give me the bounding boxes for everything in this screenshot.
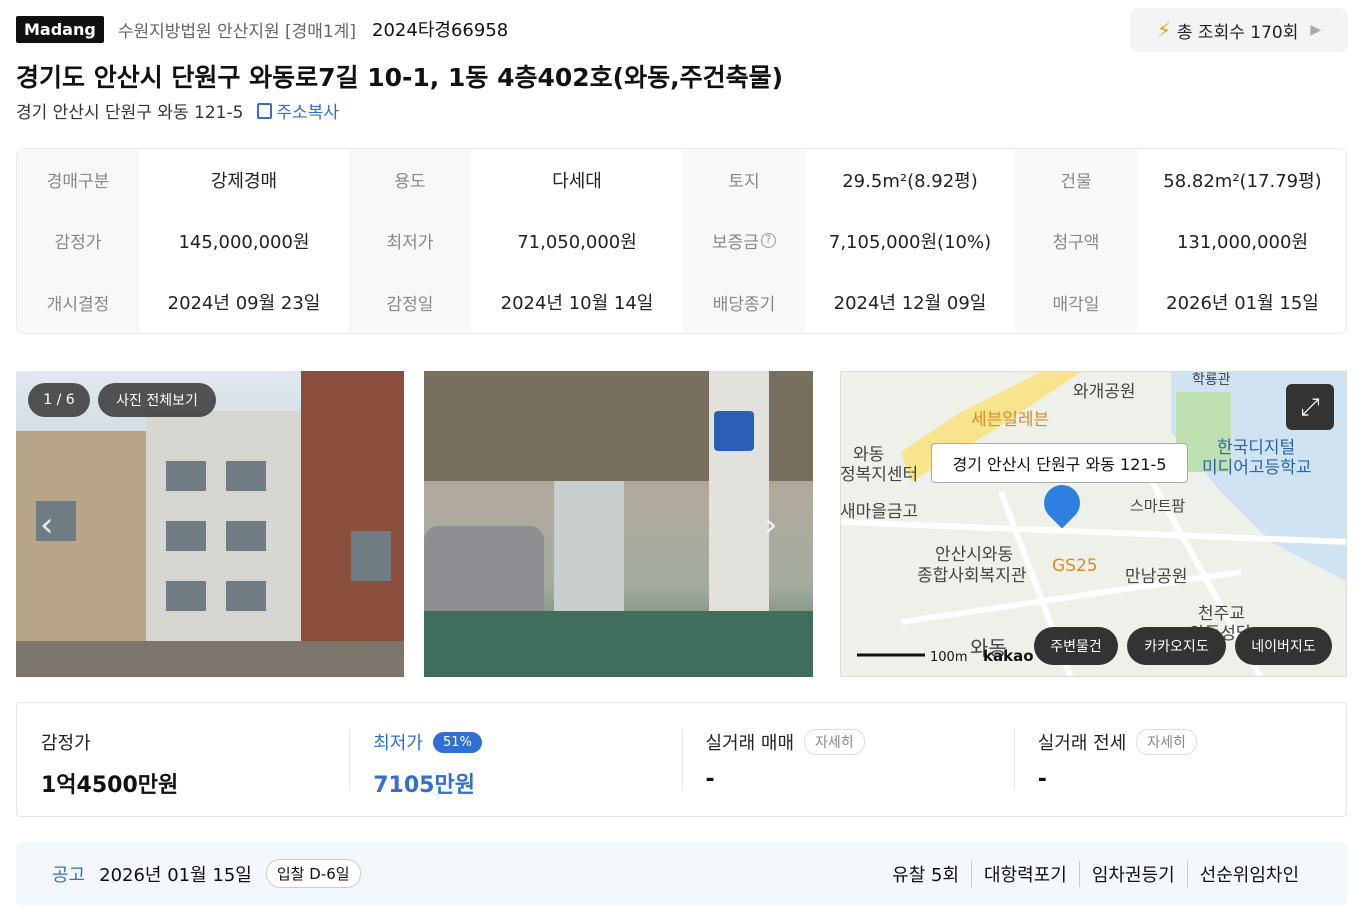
map-label: 새마을금고	[840, 502, 919, 522]
info-value: 2026년 01월 15일	[1137, 271, 1346, 333]
appraisal-value: 1억4500만원	[41, 773, 179, 798]
naver-map-button[interactable]: 네이버지도	[1235, 627, 1332, 665]
copy-icon	[257, 102, 273, 119]
info-key: 최저가	[349, 210, 471, 272]
trade-cell: 실거래 매매 자세히 -	[681, 703, 1014, 816]
min-price-label: 최저가	[373, 733, 423, 754]
appraisal-cell: 감정가 1억4500만원	[17, 703, 349, 816]
bid-dday-tag: 입찰 D-6일	[265, 859, 361, 888]
jeonse-value: -	[1037, 767, 1047, 792]
map-label: 미디어고등학교	[1202, 458, 1312, 478]
min-price-value: 7105만원	[373, 773, 475, 798]
info-key: 매각일	[1015, 271, 1137, 333]
min-price-pct-badge[interactable]: 51%	[432, 731, 482, 753]
header: Madang 수원지방법원 안산지원 [경매1계] 2024타경66958	[16, 14, 508, 44]
map-scale: 100m	[930, 650, 968, 665]
court-name: 수원지방법원 안산지원 [경매1계]	[117, 21, 357, 42]
info-key: 감정일	[349, 271, 471, 333]
view-all-photos-button[interactable]: 사진 전체보기	[98, 383, 216, 417]
deposit-key: 보증금?	[683, 210, 805, 272]
fullscreen-icon[interactable]: ⤢	[1286, 384, 1334, 430]
jeonse-header: 실거래 전세 자세히	[1038, 729, 1322, 755]
info-key: 청구액	[1015, 210, 1137, 272]
info-value: 다세대	[471, 149, 683, 211]
kakao-map-button[interactable]: 카카오지도	[1127, 627, 1226, 665]
info-value: 131,000,000원	[1137, 210, 1346, 272]
appraisal-label: 감정가	[41, 733, 91, 754]
min-price-header: 최저가 51%	[373, 729, 657, 755]
map-label: 학룡관	[1192, 372, 1231, 388]
chevron-right-icon: ▶	[1310, 22, 1322, 38]
status-tags: 유찰 5회 대항력포기 임차권등기 선순위임차인	[880, 860, 1311, 887]
info-key: 토지	[683, 149, 805, 211]
map-label: 정복지센터	[840, 465, 919, 485]
case-number: 2024타경66958	[372, 20, 509, 41]
info-value: 2024년 12월 09일	[805, 271, 1015, 333]
view-count-button[interactable]: ⚡ 총 조회수 170회 ▶	[1130, 8, 1348, 52]
info-key: 용도	[349, 149, 471, 211]
info-value: 71,050,000원	[471, 210, 683, 272]
map-label: 종합사회복지관	[917, 566, 1027, 586]
copy-address-label: 주소복사	[276, 103, 339, 123]
view-count: 총 조회수 170회	[1176, 22, 1299, 43]
status-tag: 대항력포기	[971, 860, 1079, 887]
price-summary: 감정가 1억4500만원 최저가 51% 7105만원 실거래 매매 자세히 - 실…	[16, 702, 1347, 817]
info-value: 58.82m²(17.79평)	[1137, 149, 1346, 211]
trade-label: 실거래 매매	[705, 733, 795, 754]
logo[interactable]: Madang	[16, 15, 104, 43]
trade-value: -	[705, 767, 715, 792]
notice-bar: 공고 2026년 01월 15일 입찰 D-6일 유찰 5회 대항력포기 임차권…	[16, 842, 1347, 905]
map-label: 와개공원	[1073, 382, 1136, 402]
info-value: 2024년 09월 23일	[139, 271, 349, 333]
copy-address-button[interactable]: 주소복사	[257, 98, 339, 123]
property-photo-2[interactable]	[424, 371, 813, 677]
map-label: GS25	[1052, 556, 1098, 576]
prev-photo-icon[interactable]: ‹	[40, 505, 54, 545]
jeonse-label: 실거래 전세	[1037, 733, 1127, 754]
min-price-cell: 최저가 51% 7105만원	[349, 703, 681, 816]
next-photo-icon[interactable]: ›	[764, 505, 778, 545]
info-key: 보증금	[712, 233, 759, 254]
jeonse-cell: 실거래 전세 자세히 -	[1013, 703, 1346, 816]
map-label: 스마트팜	[1130, 497, 1186, 515]
nearby-listings-button[interactable]: 주변물건	[1034, 627, 1118, 665]
info-key: 건물	[1015, 149, 1137, 211]
sub-address-row: 경기 안산시 단원구 와동 121-5 주소복사	[16, 98, 339, 123]
info-key: 감정가	[17, 210, 139, 272]
status-tag: 선순위임차인	[1186, 860, 1311, 887]
auction-info-table: 경매구분 강제경매 용도 다세대 토지 29.5m²(8.92평) 건물 58.82m²…	[16, 148, 1347, 334]
info-key: 배당종기	[683, 271, 805, 333]
map-address-popup: 경기 안산시 단원구 와동 121-5	[931, 443, 1188, 483]
page: Madang 수원지방법원 안산지원 [경매1계] 2024타경66958 ⚡ …	[0, 0, 1364, 910]
notice-label: 공고	[52, 864, 86, 886]
trade-detail-button[interactable]: 자세히	[804, 729, 865, 755]
trade-header: 실거래 매매 자세히	[706, 729, 990, 755]
kakao-logo: kakao	[983, 647, 1034, 665]
info-value: 7,105,000원(10%)	[805, 210, 1015, 272]
jeonse-detail-button[interactable]: 자세히	[1136, 729, 1197, 755]
info-value: 2024년 10월 14일	[471, 271, 683, 333]
info-key: 개시결정	[17, 271, 139, 333]
map-label: 세븐일레븐	[971, 410, 1050, 430]
status-tag: 임차권등기	[1078, 860, 1187, 887]
lot-address: 경기 안산시 단원구 와동 121-5	[16, 103, 244, 123]
notice-date: 2026년 01월 15일	[99, 864, 252, 886]
info-value: 강제경매	[139, 149, 349, 211]
map-label: 만남공원	[1125, 567, 1188, 587]
help-icon[interactable]: ?	[760, 233, 776, 249]
info-value: 145,000,000원	[139, 210, 349, 272]
page-title: 경기도 안산시 단원구 와동로7길 10-1, 1동 4층402호(와동,주건축…	[16, 63, 784, 92]
status-tag: 유찰 5회	[892, 864, 960, 886]
photo-counter: 1 / 6	[28, 383, 90, 417]
info-key: 경매구분	[17, 149, 139, 211]
parking-illustration	[424, 371, 813, 677]
info-value: 29.5m²(8.92평)	[805, 149, 1015, 211]
lightning-icon: ⚡	[1156, 18, 1171, 42]
